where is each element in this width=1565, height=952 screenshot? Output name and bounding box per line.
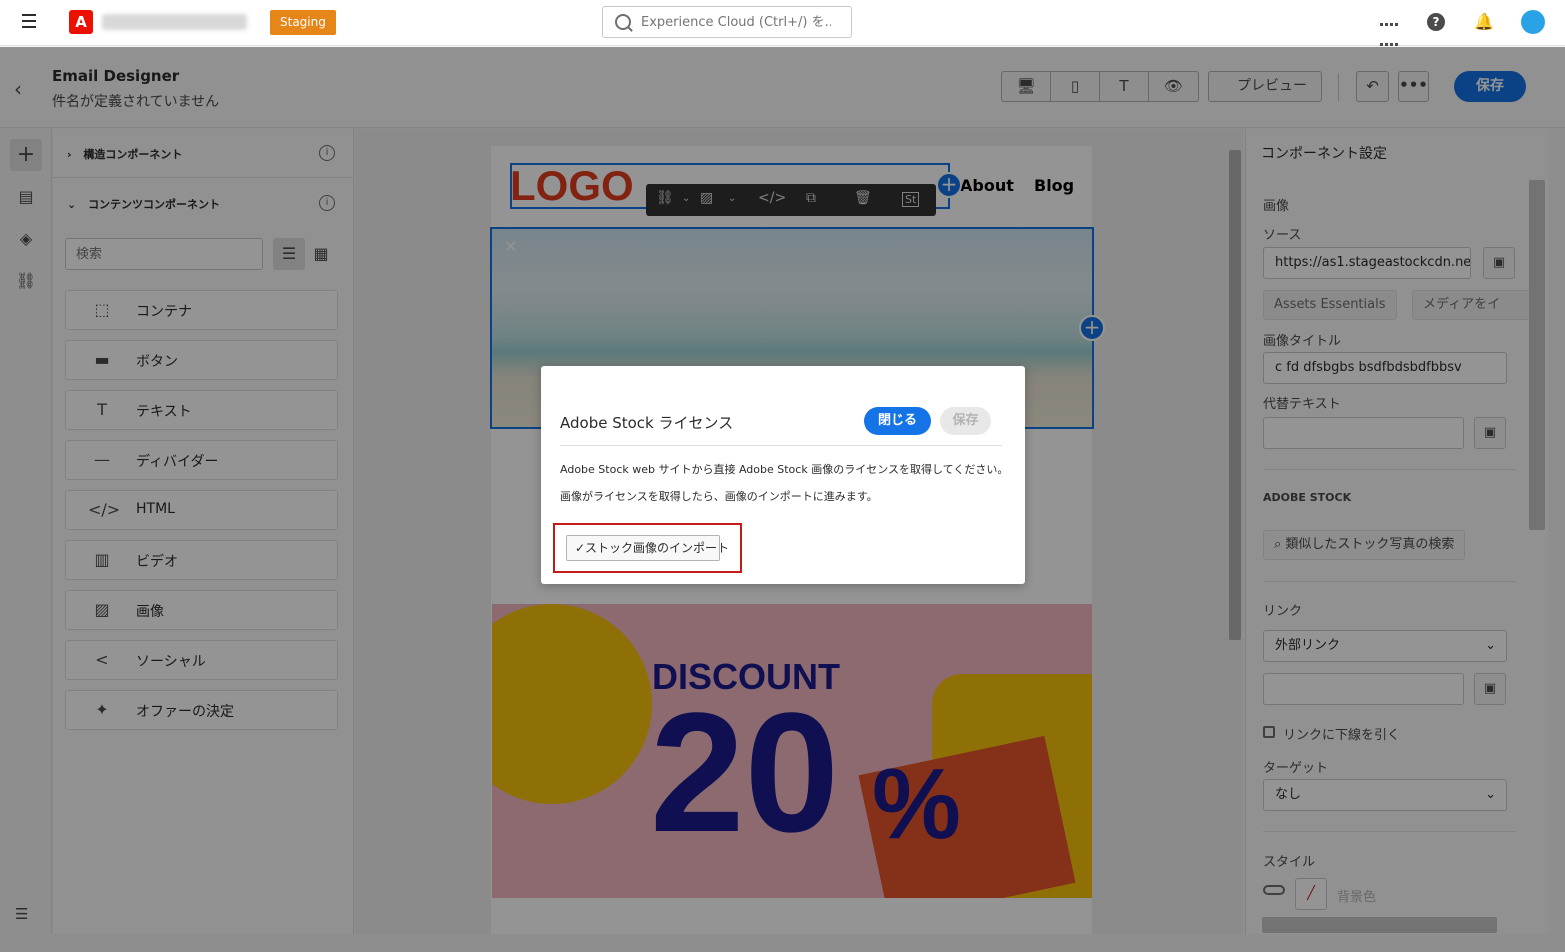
staging-badge: Staging	[270, 10, 336, 35]
dialog-text-line2: 画像がライセンスを取得したら、画像のインポートに進みます。	[560, 490, 878, 503]
apps-grid-icon[interactable]	[1379, 12, 1399, 66]
adobe-stock-license-dialog: Adobe Stock ライセンス 閉じる 保存 Adobe Stock web…	[541, 366, 1025, 584]
avatar[interactable]	[1521, 10, 1545, 34]
import-stock-image-button[interactable]: ✓ストック画像のインポート	[566, 535, 729, 561]
bell-icon[interactable]: 🔔	[1474, 12, 1494, 32]
divider	[560, 445, 1002, 446]
search-icon	[615, 14, 631, 30]
global-search-input[interactable]	[641, 14, 831, 30]
adobe-logo-icon[interactable]: A	[69, 10, 93, 34]
hamburger-menu-icon[interactable]	[22, 14, 42, 30]
dialog-text-line1: Adobe Stock web サイトから直接 Adobe Stock 画像のラ…	[560, 463, 1009, 476]
top-bar: A Staging ? 🔔	[0, 0, 1565, 66]
close-button[interactable]: 閉じる	[864, 407, 931, 435]
dialog-title: Adobe Stock ライセンス	[560, 414, 734, 432]
help-icon[interactable]: ?	[1427, 13, 1445, 31]
global-search[interactable]	[602, 6, 852, 38]
blurred-app-title	[102, 14, 247, 30]
dialog-save-button[interactable]: 保存	[940, 407, 991, 435]
